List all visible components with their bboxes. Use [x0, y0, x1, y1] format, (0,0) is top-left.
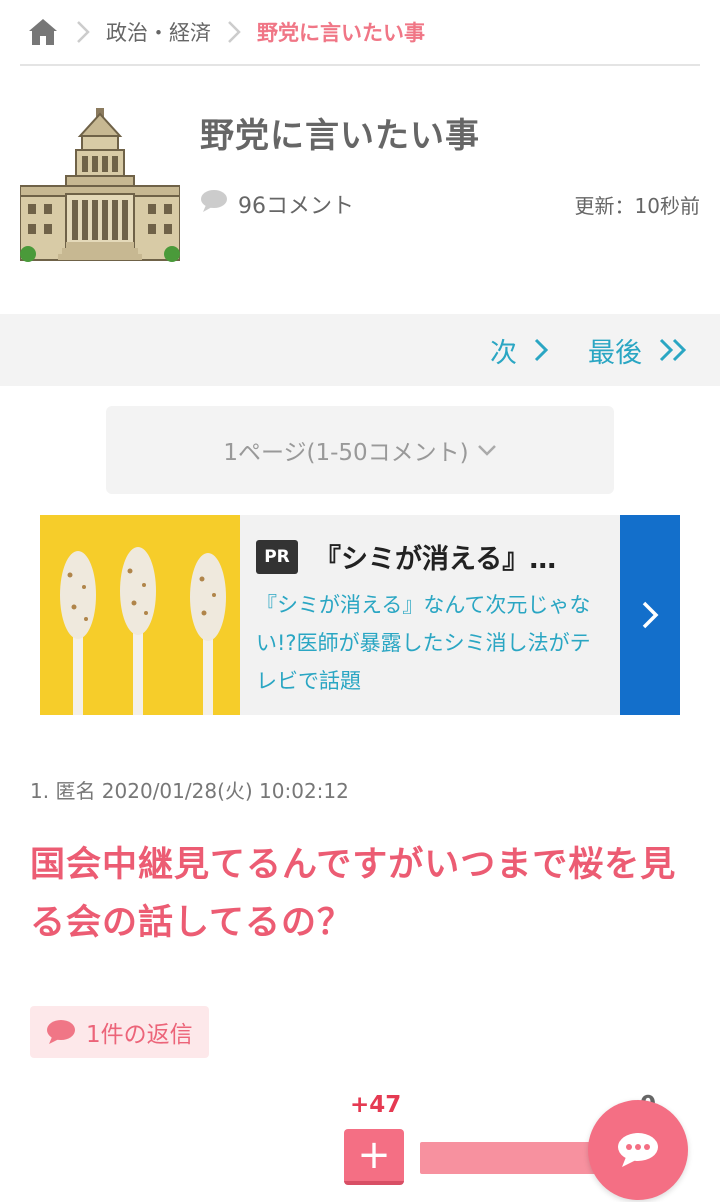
breadcrumb-category[interactable]: 政治・経済: [106, 17, 211, 47]
chevron-right-icon: [68, 17, 98, 47]
comment-count-label: 96コメント: [238, 194, 354, 219]
chevron-down-icon: [477, 445, 496, 456]
reply-button[interactable]: 1件の返信: [30, 1006, 209, 1058]
updated-time: 更新：10秒前: [574, 194, 700, 218]
comment-body: 国会中継見てるんですがいつまで桜を見る会の話してるの？: [30, 845, 677, 943]
last-page-link[interactable]: 最後: [588, 314, 688, 386]
chevron-right-icon: [534, 338, 549, 362]
page-select-label: 1ページ(1-50コメント): [223, 440, 469, 466]
ad-title: 『シミが消える』…: [314, 544, 557, 575]
topic-title: 野党に言いたい事: [200, 116, 480, 156]
ad-image: [40, 515, 240, 715]
home-icon[interactable]: [26, 15, 60, 49]
pager-bar: 次 最後: [0, 314, 720, 386]
chevron-right-icon: [642, 601, 659, 629]
ad-arrow-button[interactable]: [620, 515, 680, 715]
plus-vote-count: +47: [350, 1092, 402, 1118]
ad-description: 『シミが消える』なんて次元じゃない!?医師が暴露したシミ消し法がテレビで話題: [256, 593, 591, 693]
ad-banner[interactable]: PR 『シミが消える』… 『シミが消える』なんて次元じゃない!?医師が暴露したシ…: [40, 515, 680, 715]
last-page-label: 最後: [588, 337, 642, 369]
pr-badge: PR: [256, 539, 298, 574]
page-select[interactable]: 1ページ(1-50コメント): [106, 406, 614, 494]
comment-count[interactable]: 96コメント: [200, 188, 354, 220]
next-page-label: 次: [490, 337, 517, 369]
comment-meta: 1. 匿名 2020/01/28(火) 10:02:12: [30, 779, 349, 803]
chevron-right-icon: [219, 17, 249, 47]
plus-vote-button[interactable]: +: [344, 1129, 404, 1185]
chat-icon: [618, 1133, 658, 1167]
reply-label: 1件の返信: [86, 1022, 193, 1048]
double-chevron-right-icon: [659, 338, 687, 362]
next-page-link[interactable]: 次: [490, 314, 549, 386]
breadcrumb-current: 野党に言いたい事: [257, 21, 425, 45]
breadcrumb: 政治・経済 野党に言いたい事: [20, 0, 700, 66]
chat-fab-button[interactable]: [588, 1100, 688, 1200]
speech-bubble-icon: [200, 189, 228, 219]
speech-bubble-icon: [47, 1020, 75, 1044]
topic-thumbnail: [19, 108, 181, 263]
